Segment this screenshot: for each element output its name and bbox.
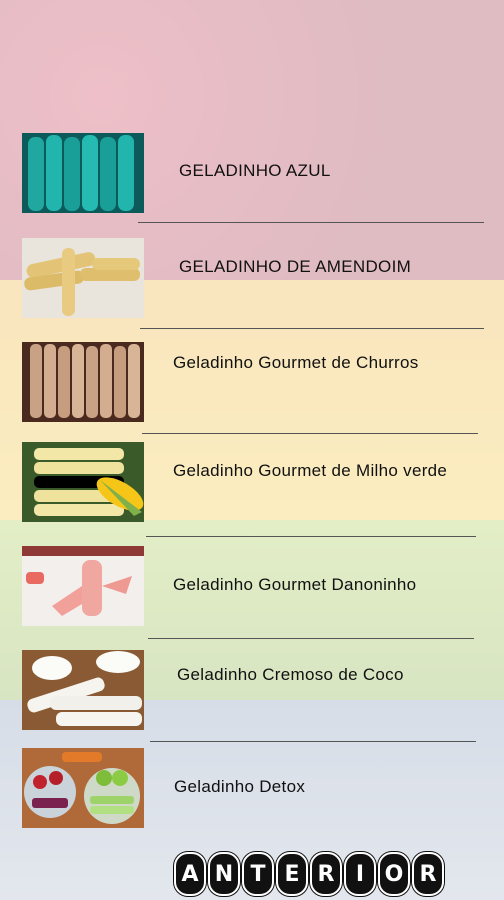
recipe-list: GELADINHO AZUL GELADINHO DE AMENDOIM Gel…: [0, 0, 504, 900]
item-label: Geladinho Cremoso de Coco: [177, 665, 404, 684]
anterior-letter: O: [378, 852, 410, 896]
divider: [150, 741, 476, 742]
divider: [142, 433, 478, 434]
anterior-letter: T: [242, 852, 274, 896]
anterior-letter: A: [174, 852, 206, 896]
list-item-geladinho-coco[interactable]: Geladinho Cremoso de Coco: [0, 648, 504, 740]
danoninho-popsicles-thumbnail: [22, 546, 144, 626]
anterior-letter: I: [344, 852, 376, 896]
divider: [138, 222, 484, 223]
detox-popsicles-thumbnail: [22, 748, 144, 828]
list-item-geladinho-azul[interactable]: GELADINHO AZUL: [0, 130, 504, 222]
item-label: Geladinho Gourmet de Milho verde: [173, 461, 448, 480]
anterior-button-label: ANTERIOR: [174, 852, 444, 896]
list-item-geladinho-detox[interactable]: Geladinho Detox: [0, 748, 504, 840]
item-label: Geladinho Gourmet de Churros: [173, 353, 419, 372]
list-item-geladinho-danoninho[interactable]: Geladinho Gourmet Danoninho: [0, 546, 504, 638]
coconut-popsicles-thumbnail: [22, 650, 144, 730]
anterior-letter: R: [310, 852, 342, 896]
list-item-geladinho-churros[interactable]: Geladinho Gourmet de Churros: [0, 340, 504, 432]
list-item-geladinho-amendoim[interactable]: GELADINHO DE AMENDOIM: [0, 234, 504, 326]
blue-popsicles-thumbnail: [22, 133, 144, 213]
anterior-letter: R: [412, 852, 444, 896]
item-label: Geladinho Gourmet Danoninho: [173, 575, 417, 594]
anterior-letter: E: [276, 852, 308, 896]
churros-popsicles-thumbnail: [22, 342, 144, 422]
list-item-geladinho-milho-verde[interactable]: Geladinho Gourmet de Milho verde: [0, 442, 504, 534]
item-label: GELADINHO AZUL: [179, 161, 331, 180]
anterior-button[interactable]: ANTERIOR: [174, 852, 444, 896]
divider: [146, 536, 476, 537]
item-label: Geladinho Detox: [174, 777, 306, 796]
corn-popsicles-thumbnail: [22, 442, 144, 522]
divider: [140, 328, 484, 329]
peanut-popsicles-thumbnail: [22, 238, 144, 318]
divider: [148, 638, 474, 639]
anterior-letter: N: [208, 852, 240, 896]
item-label: GELADINHO DE AMENDOIM: [179, 257, 412, 276]
